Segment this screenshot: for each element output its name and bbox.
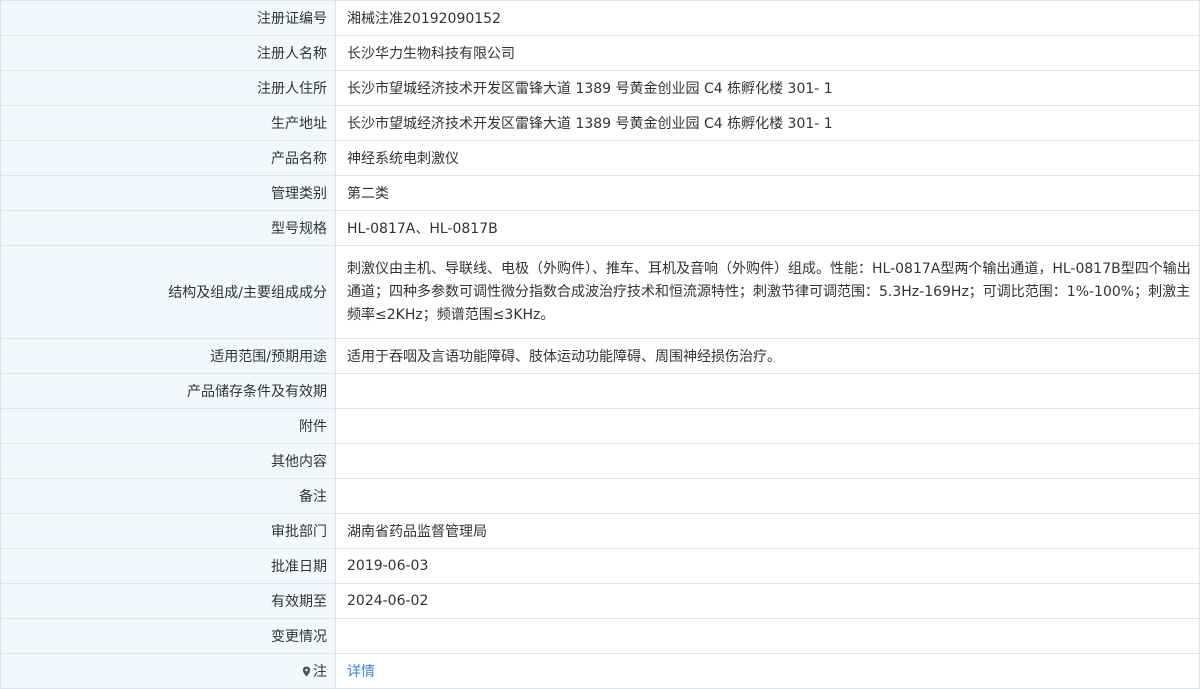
table-row-valid-until: 有效期至 2024-06-02	[0, 583, 1200, 619]
row-value: 2024-06-02	[347, 593, 429, 609]
table-row-structure-composition: 结构及组成/主要组成成分 刺激仪由主机、导联线、电极（外购件）、推车、耳机及音响…	[0, 245, 1200, 339]
table-row-storage-validity: 产品储存条件及有效期	[0, 373, 1200, 409]
row-label-cell: 注册人名称	[0, 35, 336, 71]
row-label-cell: 批准日期	[0, 548, 336, 584]
row-label: 注册证编号	[257, 11, 327, 27]
row-label: 附件	[299, 419, 327, 435]
row-label-cell: 有效期至	[0, 583, 336, 619]
row-label-cell: 生产地址	[0, 105, 336, 141]
row-label: 有效期至	[271, 594, 327, 610]
row-label-cell: 产品储存条件及有效期	[0, 373, 336, 409]
row-label: 注册人名称	[257, 46, 327, 62]
row-value: 湘械注准20192090152	[347, 11, 501, 27]
row-label: 结构及组成/主要组成成分	[168, 285, 327, 301]
row-value: 长沙市望城经济技术开发区雷锋大道 1389 号黄金创业园 C4 栋孵化楼 301…	[347, 81, 833, 97]
table-row-management-category: 管理类别 第二类	[0, 175, 1200, 211]
row-label: 批准日期	[271, 559, 327, 575]
row-value-cell: 2024-06-02	[335, 583, 1200, 619]
row-label-cell: 备注	[0, 478, 336, 514]
row-label: 产品储存条件及有效期	[187, 384, 327, 400]
row-value: 第二类	[347, 186, 389, 202]
row-value-cell: 长沙市望城经济技术开发区雷锋大道 1389 号黄金创业园 C4 栋孵化楼 301…	[335, 70, 1200, 106]
row-label: 注册人住所	[257, 81, 327, 97]
row-label: 其他内容	[271, 454, 327, 470]
table-row-intended-use: 适用范围/预期用途 适用于吞咽及言语功能障碍、肢体运动功能障碍、周围神经损伤治疗…	[0, 338, 1200, 374]
table-row-remarks: 备注	[0, 478, 1200, 514]
row-label-cell: 结构及组成/主要组成成分	[0, 245, 336, 339]
table-row-registrant-address: 注册人住所 长沙市望城经济技术开发区雷锋大道 1389 号黄金创业园 C4 栋孵…	[0, 70, 1200, 106]
row-label: 产品名称	[271, 151, 327, 167]
row-label: 型号规格	[271, 221, 327, 237]
table-row-production-address: 生产地址 长沙市望城经济技术开发区雷锋大道 1389 号黄金创业园 C4 栋孵化…	[0, 105, 1200, 141]
row-label-cell: 审批部门	[0, 513, 336, 549]
table-row-change-status: 变更情况	[0, 618, 1200, 654]
row-label-cell: 其他内容	[0, 443, 336, 479]
note-label: 注	[313, 664, 327, 680]
row-label-cell: 注	[0, 653, 336, 689]
row-value-cell: 2019-06-03	[335, 548, 1200, 584]
table-row-registrant-name: 注册人名称 长沙华力生物科技有限公司	[0, 35, 1200, 71]
row-value: 刺激仪由主机、导联线、电极（外购件）、推车、耳机及音响（外购件）组成。性能：HL…	[347, 260, 1191, 323]
row-label: 适用范围/预期用途	[210, 349, 327, 365]
table-row-product-name: 产品名称 神经系统电刺激仪	[0, 140, 1200, 176]
row-label-cell: 产品名称	[0, 140, 336, 176]
row-value: HL-0817A、HL-0817B	[347, 221, 498, 237]
row-value-cell: 适用于吞咽及言语功能障碍、肢体运动功能障碍、周围神经损伤治疗。	[335, 338, 1200, 374]
row-value: 长沙华力生物科技有限公司	[347, 46, 515, 62]
row-value-cell	[335, 618, 1200, 654]
row-label: 审批部门	[271, 524, 327, 540]
row-value-cell	[335, 408, 1200, 444]
row-label: 生产地址	[271, 116, 327, 132]
row-value-cell	[335, 373, 1200, 409]
table-row-note: 注 详情	[0, 653, 1200, 689]
row-value-cell: 湖南省药品监督管理局	[335, 513, 1200, 549]
row-value-cell: HL-0817A、HL-0817B	[335, 210, 1200, 246]
row-value-cell: 神经系统电刺激仪	[335, 140, 1200, 176]
row-value-cell: 长沙市望城经济技术开发区雷锋大道 1389 号黄金创业园 C4 栋孵化楼 301…	[335, 105, 1200, 141]
details-link[interactable]: 详情	[347, 664, 375, 680]
row-value: 长沙市望城经济技术开发区雷锋大道 1389 号黄金创业园 C4 栋孵化楼 301…	[347, 116, 833, 132]
row-value: 湖南省药品监督管理局	[347, 524, 487, 540]
row-label: 备注	[299, 489, 327, 505]
row-value-cell	[335, 443, 1200, 479]
row-label: 管理类别	[271, 186, 327, 202]
row-value-cell: 湘械注准20192090152	[335, 0, 1200, 36]
row-value-cell	[335, 478, 1200, 514]
map-pin-icon	[302, 666, 311, 676]
row-label-cell: 型号规格	[0, 210, 336, 246]
row-value: 2019-06-03	[347, 558, 429, 574]
table-row-other-content: 其他内容	[0, 443, 1200, 479]
row-value-cell: 详情	[335, 653, 1200, 689]
table-row-registration-number: 注册证编号 湘械注准20192090152	[0, 0, 1200, 36]
row-value-cell: 第二类	[335, 175, 1200, 211]
row-value: 神经系统电刺激仪	[347, 151, 459, 167]
registration-detail-table: 注册证编号 湘械注准20192090152 注册人名称 长沙华力生物科技有限公司…	[0, 0, 1200, 689]
note-label-wrap: 注	[302, 661, 327, 681]
table-row-approval-department: 审批部门 湖南省药品监督管理局	[0, 513, 1200, 549]
table-row-model-spec: 型号规格 HL-0817A、HL-0817B	[0, 210, 1200, 246]
table-row-attachments: 附件	[0, 408, 1200, 444]
table-row-approval-date: 批准日期 2019-06-03	[0, 548, 1200, 584]
row-label-cell: 附件	[0, 408, 336, 444]
row-label-cell: 变更情况	[0, 618, 336, 654]
row-value-cell: 长沙华力生物科技有限公司	[335, 35, 1200, 71]
row-label-cell: 注册人住所	[0, 70, 336, 106]
row-value-cell: 刺激仪由主机、导联线、电极（外购件）、推车、耳机及音响（外购件）组成。性能：HL…	[335, 245, 1200, 339]
row-label-cell: 适用范围/预期用途	[0, 338, 336, 374]
row-value: 适用于吞咽及言语功能障碍、肢体运动功能障碍、周围神经损伤治疗。	[347, 349, 781, 365]
row-label-cell: 管理类别	[0, 175, 336, 211]
row-label-cell: 注册证编号	[0, 0, 336, 36]
row-label: 变更情况	[271, 629, 327, 645]
